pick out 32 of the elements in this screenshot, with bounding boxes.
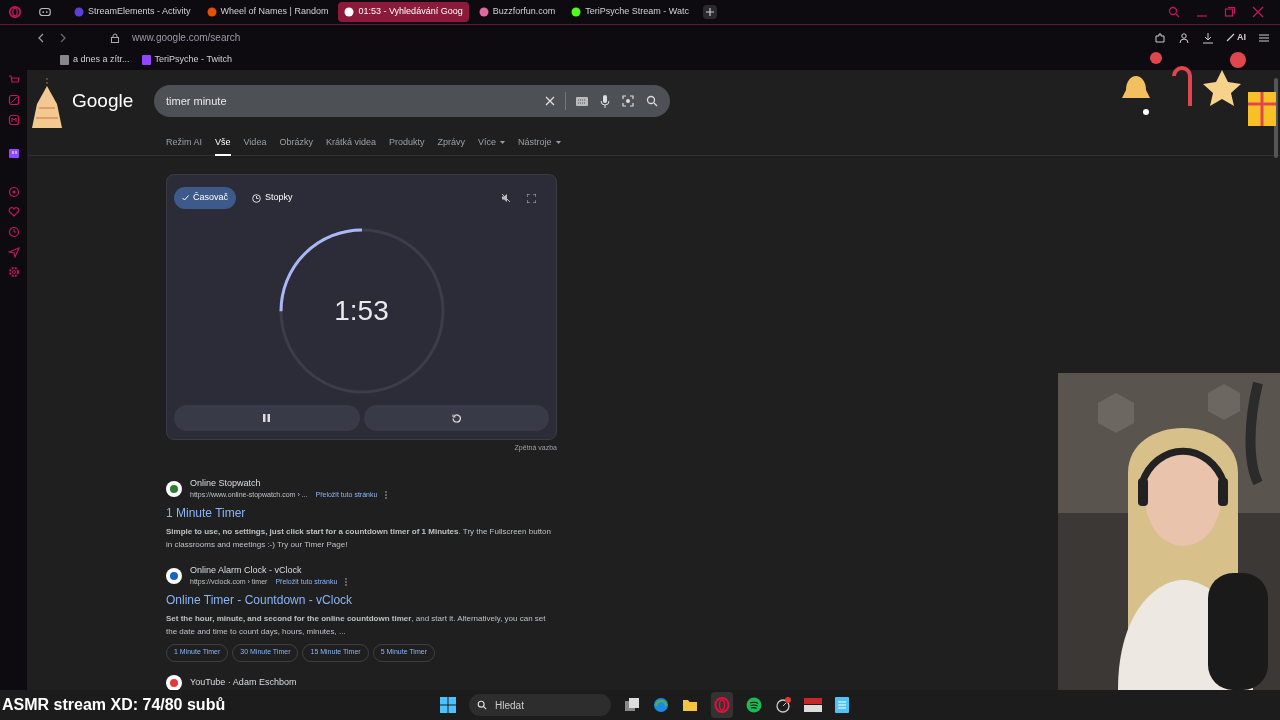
ai-button[interactable]: AI (1226, 30, 1246, 45)
taskbar-search-field[interactable]: Hledat (469, 694, 611, 716)
result-snippet: Set the hour, minute, and second for the online countdown timer, and start it. Alternatively, you can set the date and time to count days, hours, minutes, ... (166, 612, 547, 638)
mode-tab[interactable]: Stopky (244, 187, 301, 209)
bookmark[interactable]: TeriPsyche - Twitch (154, 53, 232, 67)
search-tab[interactable]: Obrázky (279, 135, 313, 156)
result-title-link[interactable]: Online Timer - Countdown - vClock (166, 590, 557, 609)
search-tab[interactable]: Více (478, 135, 505, 156)
site-name: YouTube · Adam Eschbom (190, 675, 297, 689)
search-field[interactable]: timer minute (154, 85, 670, 117)
search-tab[interactable]: Nástroje (518, 135, 561, 156)
search-tab[interactable]: Režim AI (166, 135, 202, 156)
site-name: Online Stopwatch (190, 476, 262, 490)
site-name: Online Alarm Clock - vClock (190, 563, 303, 577)
search-tab[interactable]: Vše (215, 135, 231, 156)
browser-tab[interactable]: TeriPsyche Stream - Watc (565, 2, 695, 22)
stream-overlay-text: ASMR stream XD: 74/80 subů (2, 695, 226, 715)
search-tab[interactable]: Videa (243, 135, 267, 156)
search-tab[interactable]: Produkty (388, 135, 425, 156)
browser-tab[interactable]: Buzzforfun.com (472, 2, 562, 22)
search-tab[interactable]: Zprávy (437, 135, 465, 156)
mode-tab[interactable]: Časovač (174, 187, 236, 209)
browser-tab[interactable]: 01:53 - Vyhledávání Goog (338, 2, 469, 22)
browser-tab[interactable]: Wheel of Names | Random (200, 2, 335, 22)
result-title-link[interactable]: 1 Minute Timer (166, 503, 557, 522)
bookmark[interactable]: a dnes a zítr... (73, 53, 130, 67)
result-snippet: Simple to use, no settings, just click start for a countdown timer of 1 Minutes. Try the Fullscreen button in classrooms and meetings :-) Try our Timer Page! (166, 525, 552, 551)
search-tab[interactable]: Krátká videa (325, 135, 376, 156)
google-logo[interactable]: Google (72, 86, 156, 116)
address-field[interactable]: www.google.com/search (132, 30, 241, 45)
browser-tab[interactable]: StreamElements - Activity (68, 2, 197, 22)
timer-display: 1:53 (334, 293, 389, 328)
